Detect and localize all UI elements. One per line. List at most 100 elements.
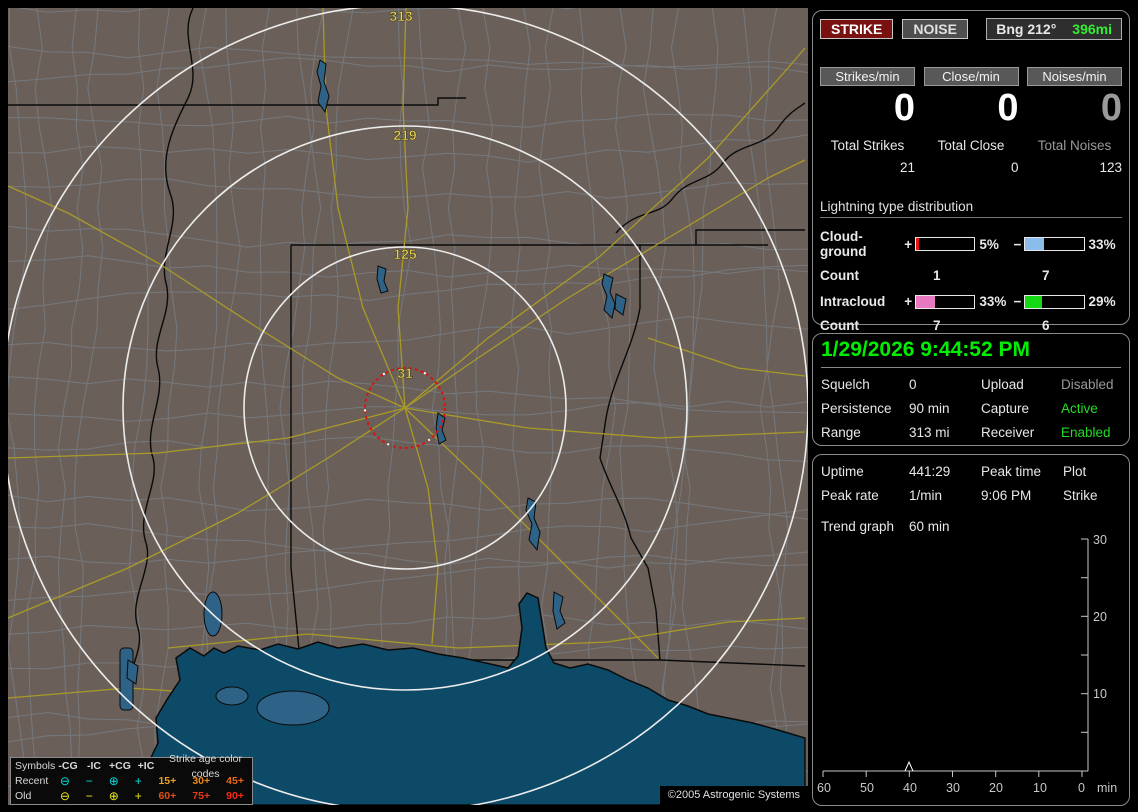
count-label: Count — [820, 268, 859, 283]
neg-cg-recent-icon: ⊖ — [59, 774, 70, 788]
cg-positive-pct: 5% — [979, 236, 999, 252]
status-panel: 1/29/2026 9:44:52 PM Squelch 0 Upload Di… — [812, 333, 1130, 446]
squelch-value: 0 — [909, 377, 917, 392]
xtick-50: 50 — [860, 781, 874, 795]
close-per-min-value: 0 — [997, 87, 1019, 129]
datetime-display: 1/29/2026 9:44:52 PM — [821, 338, 1121, 368]
legend-col-neg-ic: -IC — [87, 760, 101, 772]
plus-sign: + — [904, 236, 913, 252]
ic-positive-count: 7 — [933, 318, 941, 333]
close-column: Close/min 0 Total Close 0 — [923, 67, 1019, 175]
legend-recent-row: Recent ⊖ − ⊕ + 15+ 30+ 45+ — [15, 774, 252, 789]
strikes-per-min-button[interactable]: Strikes/min — [820, 67, 915, 86]
legend-header-row: Symbols -CG -IC +CG +IC Strike age color… — [15, 753, 252, 780]
range-label: Range — [821, 425, 861, 440]
trend-graph: 30 20 10 60 50 40 30 20 10 0 min — [817, 533, 1117, 795]
age-45: 45+ — [226, 775, 244, 787]
total-noises-value: 123 — [1099, 160, 1122, 175]
uptime-value: 441:29 — [909, 464, 951, 479]
intracloud-count-row: Count 7 6 — [820, 318, 1122, 333]
cloud-ground-count-row: Count 1 7 — [820, 268, 1122, 283]
age-60: 60+ — [158, 790, 177, 802]
trend-line-spike — [904, 760, 914, 772]
map-legend: Symbols -CG -IC +CG +IC Strike age color… — [10, 753, 253, 805]
x-unit-label: min — [1097, 781, 1117, 795]
xtick-0: 0 — [1078, 781, 1085, 795]
copyright-notice: ©2005 Astrogenic Systems — [659, 786, 808, 805]
legend-col-neg-cg: -CG — [58, 760, 78, 772]
cloud-ground-label: Cloud-ground — [820, 229, 867, 259]
counters-panel: STRIKE NOISE Bng 212° 396mi Strikes/min … — [812, 10, 1130, 333]
intracloud-label: Intracloud — [820, 294, 886, 309]
total-strikes-value: 21 — [899, 160, 915, 175]
ic-positive-pct: 33% — [979, 294, 1007, 309]
bearing-distance: 396mi — [1072, 21, 1112, 37]
trend-row: Peak rate 1/min 9:06 PM Strike — [821, 488, 1121, 503]
receiver-label: Receiver — [981, 425, 1035, 440]
close-per-min-button[interactable]: Close/min — [923, 67, 1019, 86]
lightning-map[interactable]: 313 219 125 31 Symbols -CG -IC +CG +IC S… — [8, 8, 808, 805]
cg-positive-count: 1 — [933, 268, 941, 283]
ring-label-313: 313 — [389, 8, 413, 24]
squelch-label: Squelch — [821, 377, 870, 392]
total-noises-label: Total Noises — [1037, 138, 1112, 153]
persistence-label: Persistence — [821, 401, 892, 416]
peak-rate-value: 1/min — [909, 488, 943, 503]
noise-button[interactable]: NOISE — [902, 19, 968, 39]
range-value: 313 mi — [909, 425, 950, 440]
intracloud-row: Intracloud + 33% − 29% — [820, 294, 1122, 309]
peak-time-label: Peak time — [981, 464, 1042, 479]
ic-negative-pct: 29% — [1088, 294, 1116, 309]
cloud-ground-row: Cloud-ground + 5% − 33% — [820, 229, 1122, 259]
ring-label-125: 125 — [393, 246, 417, 262]
noises-column: Noises/min 0 Total Noises 123 — [1027, 67, 1122, 175]
minus-sign: − — [1013, 294, 1022, 309]
neg-ic-old-icon: − — [85, 789, 93, 803]
age-75: 75+ — [192, 790, 211, 802]
total-strikes-label: Total Strikes — [830, 138, 905, 153]
trend-axes — [822, 538, 1089, 777]
ytick-30: 30 — [1093, 533, 1107, 547]
upload-label: Upload — [981, 377, 1024, 392]
trend-panel: Uptime 441:29 Peak time Plot Peak rate 1… — [812, 454, 1130, 806]
neg-cg-old-icon: ⊖ — [59, 789, 70, 803]
age-30: 30+ — [192, 775, 211, 787]
ytick-10: 10 — [1093, 687, 1107, 701]
cg-negative-bar — [1024, 237, 1085, 251]
bearing-display: Bng 212° 396mi — [986, 18, 1122, 40]
xtick-40: 40 — [903, 781, 917, 795]
plus-sign: + — [904, 294, 913, 309]
xtick-60: 60 — [817, 781, 831, 795]
pos-ic-recent-icon: + — [134, 774, 142, 788]
xtick-30: 30 — [946, 781, 960, 795]
strike-button[interactable]: STRIKE — [820, 19, 894, 39]
total-close-label: Total Close — [937, 138, 1005, 153]
trend-tick-labels: 30 20 10 60 50 40 30 20 10 0 min — [817, 533, 1117, 795]
ring-label-31: 31 — [397, 365, 413, 381]
strikes-per-min-value: 0 — [893, 87, 915, 129]
xtick-10: 10 — [1033, 781, 1047, 795]
cg-negative-count: 7 — [1042, 268, 1050, 283]
total-close-value: 0 — [1010, 160, 1019, 175]
bearing-value: Bng 212° — [996, 21, 1057, 37]
legend-old-row: Old ⊖ − ⊕ + 60+ 75+ 90+ — [15, 789, 252, 804]
ytick-20: 20 — [1093, 610, 1107, 624]
ring-label-219: 219 — [393, 127, 417, 143]
ic-negative-count: 6 — [1042, 318, 1050, 333]
legend-old-label: Old — [15, 790, 32, 802]
distribution-title: Lightning type distribution — [820, 199, 1122, 218]
trend-row: Uptime 441:29 Peak time Plot — [821, 464, 1121, 479]
capture-label: Capture — [981, 401, 1030, 416]
cg-positive-bar — [914, 237, 976, 251]
plot-value: Strike — [1063, 488, 1098, 503]
noises-per-min-button[interactable]: Noises/min — [1027, 67, 1122, 86]
capture-status: Active — [1061, 401, 1098, 416]
status-row: Range 313 mi Receiver Enabled — [821, 425, 1121, 440]
ic-negative-bar — [1024, 294, 1085, 309]
legend-recent-label: Recent — [15, 775, 49, 787]
persistence-value: 90 min — [909, 401, 950, 416]
pos-cg-recent-icon: ⊕ — [108, 774, 119, 788]
upload-status: Disabled — [1061, 377, 1114, 392]
count-label: Count — [820, 318, 859, 333]
legend-col-pos-cg: +CG — [109, 760, 131, 772]
